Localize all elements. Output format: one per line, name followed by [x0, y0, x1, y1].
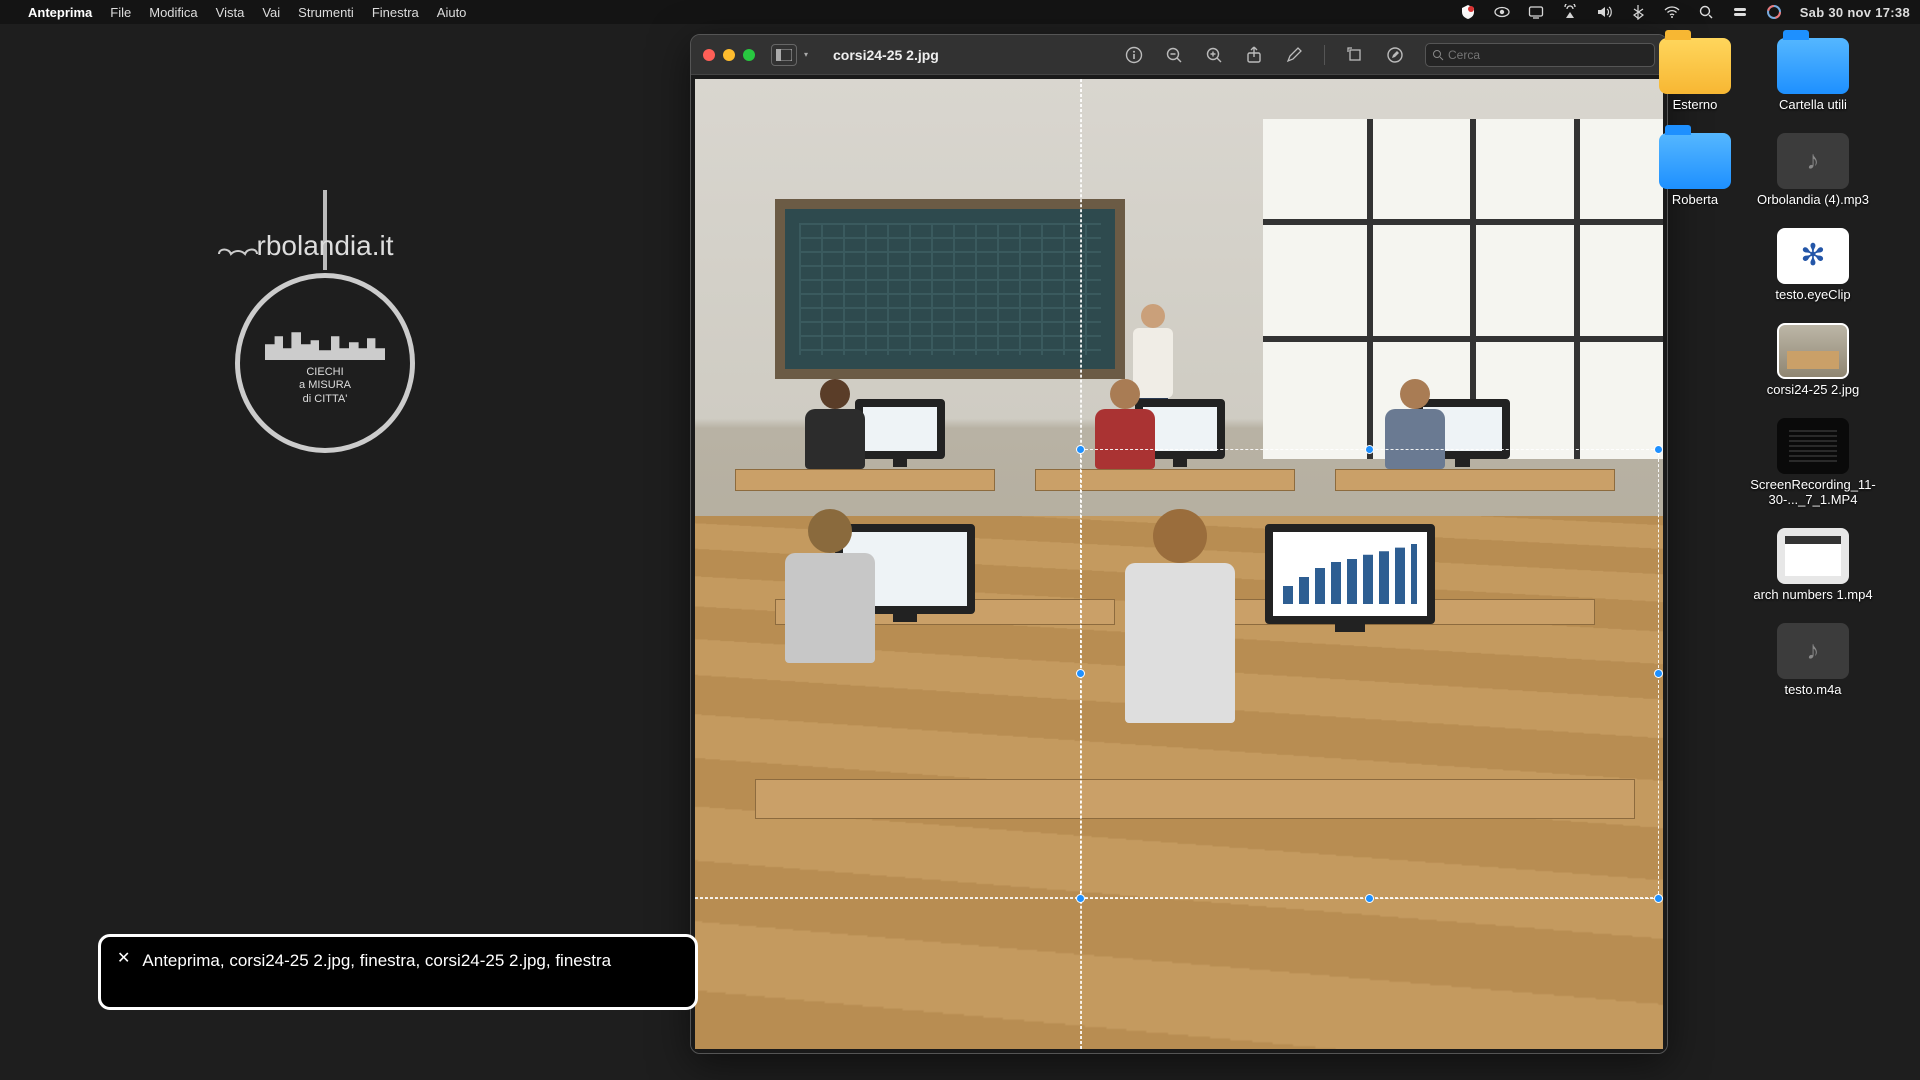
icon-label: corsi24-25 2.jpg — [1767, 383, 1860, 398]
wallpaper-brand: rbolandia.it — [257, 230, 394, 261]
window-traffic-lights — [703, 49, 755, 61]
rotate-button[interactable] — [1345, 45, 1365, 65]
icon-label: Esterno — [1673, 98, 1718, 113]
folder-icon — [1659, 38, 1731, 94]
menu-file[interactable]: File — [110, 5, 131, 20]
skyline-icon — [265, 320, 385, 360]
airplay-icon[interactable] — [1562, 4, 1578, 20]
zoom-in-button[interactable] — [1204, 45, 1224, 65]
selection-handle[interactable] — [1365, 445, 1374, 454]
folder-icon — [1777, 38, 1849, 94]
chalkboard-graphic — [775, 199, 1125, 379]
menu-tools[interactable]: Strumenti — [298, 5, 354, 20]
sidebar-toggle-button[interactable] — [771, 44, 797, 66]
zoom-window-button[interactable] — [743, 49, 755, 61]
menu-help[interactable]: Aiuto — [437, 5, 467, 20]
icon-label: Cartella utili — [1779, 98, 1847, 113]
desktop-file-corsi-jpg[interactable]: corsi24-25 2.jpg — [1738, 323, 1888, 398]
wifi-icon[interactable] — [1664, 4, 1680, 20]
wallpaper-badge-line1: CIECHI — [299, 366, 351, 379]
info-button[interactable] — [1124, 45, 1144, 65]
desktop-file-orbolandia-mp3[interactable]: Orbolandia (4).mp3 — [1738, 133, 1888, 208]
desktop-folder-cartella-utili[interactable]: Cartella utili — [1738, 38, 1888, 113]
accessibility-eye-icon[interactable] — [1494, 4, 1510, 20]
audio-file-icon — [1777, 623, 1849, 679]
folder-icon — [1659, 133, 1731, 189]
icon-label: testo.eyeClip — [1775, 288, 1850, 303]
selection-handle[interactable] — [1365, 894, 1374, 903]
image-canvas[interactable] — [691, 75, 1667, 1053]
desktop-file-eyeclip[interactable]: testo.eyeClip — [1738, 228, 1888, 303]
menu-edit[interactable]: Modifica — [149, 5, 197, 20]
image-thumbnail-icon — [1777, 323, 1849, 379]
selection-handle[interactable] — [1654, 894, 1663, 903]
selection-handle[interactable] — [1076, 445, 1085, 454]
icon-label: Roberta — [1672, 193, 1718, 208]
video-thumbnail-icon — [1777, 528, 1849, 584]
screen-mirroring-icon[interactable] — [1528, 4, 1544, 20]
icon-label: Orbolandia (4).mp3 — [1757, 193, 1869, 208]
icon-label: testo.m4a — [1784, 683, 1841, 698]
caption-text: Anteprima, corsi24-25 2.jpg, finestra, c… — [142, 951, 611, 971]
selection-handle[interactable] — [1076, 894, 1085, 903]
toolbar-divider — [1324, 45, 1325, 65]
zoom-out-button[interactable] — [1164, 45, 1184, 65]
spotlight-icon[interactable] — [1698, 4, 1714, 20]
wallpaper-badge-line2: a MISURA — [299, 379, 351, 392]
image-content — [695, 79, 1663, 1049]
preview-window: corsi24-25 2.jpg — [690, 34, 1668, 1054]
desktop-file-screenrecording[interactable]: ScreenRecording_11-30-..._7_1.MP4 — [1738, 418, 1888, 508]
selection-handle[interactable] — [1654, 669, 1663, 678]
selection-rectangle[interactable] — [1080, 449, 1659, 899]
search-input[interactable] — [1448, 48, 1648, 62]
video-thumbnail-icon — [1777, 418, 1849, 474]
share-button[interactable] — [1244, 45, 1264, 65]
menubar: Anteprima File Modifica Vista Vai Strume… — [0, 0, 1920, 24]
selection-handle[interactable] — [1076, 669, 1085, 678]
voiceover-caption: ✕ Anteprima, corsi24-25 2.jpg, finestra,… — [98, 934, 698, 1010]
markup-button[interactable] — [1284, 45, 1304, 65]
menu-go[interactable]: Vai — [262, 5, 280, 20]
window-title: corsi24-25 2.jpg — [833, 47, 939, 63]
glasses-icon — [217, 240, 273, 264]
close-caption-button[interactable]: ✕ — [117, 951, 130, 967]
icon-label: ScreenRecording_11-30-..._7_1.MP4 — [1738, 478, 1888, 508]
menu-view[interactable]: Vista — [216, 5, 245, 20]
eyeclip-file-icon — [1777, 228, 1849, 284]
sidebar-toggle-icon — [776, 49, 792, 61]
status-malware-icon[interactable] — [1460, 4, 1476, 20]
selection-handle[interactable] — [1654, 445, 1663, 454]
wallpaper-logo: rbolandia.it CIECHI a MISURA di CITTA' — [200, 190, 450, 453]
app-name[interactable]: Anteprima — [28, 5, 92, 20]
menubar-clock[interactable]: Sab 30 nov 17:38 — [1800, 5, 1910, 20]
wallpaper-badge-line3: di CITTA' — [299, 393, 351, 406]
control-center-icon[interactable] — [1732, 4, 1748, 20]
edit-button[interactable] — [1385, 45, 1405, 65]
desktop-file-arch-numbers[interactable]: arch numbers 1.mp4 — [1738, 528, 1888, 603]
window-titlebar[interactable]: corsi24-25 2.jpg — [691, 35, 1667, 75]
minimize-window-button[interactable] — [723, 49, 735, 61]
close-window-button[interactable] — [703, 49, 715, 61]
icon-label: arch numbers 1.mp4 — [1753, 588, 1872, 603]
bluetooth-icon[interactable] — [1630, 4, 1646, 20]
sound-icon[interactable] — [1596, 4, 1612, 20]
menu-window[interactable]: Finestra — [372, 5, 419, 20]
search-icon — [1432, 49, 1444, 61]
desktop-file-testo-m4a[interactable]: testo.m4a — [1738, 623, 1888, 698]
siri-icon[interactable] — [1766, 4, 1782, 20]
audio-file-icon — [1777, 133, 1849, 189]
